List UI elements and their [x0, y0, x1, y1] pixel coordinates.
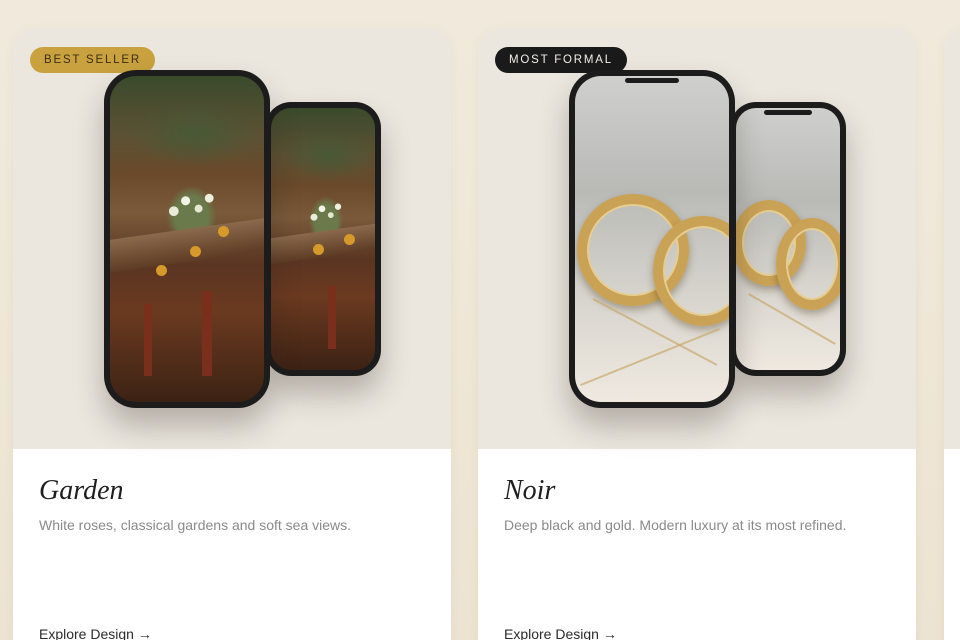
- design-card-body: Garden White roses, classical gardens an…: [13, 449, 451, 640]
- design-preview-partial: [944, 28, 960, 449]
- wedding-rings-photo: [736, 108, 840, 370]
- garden-table-photo: [271, 108, 375, 370]
- wedding-rings-photo: [575, 76, 729, 402]
- explore-design-link[interactable]: Explore Design →: [39, 626, 152, 640]
- design-title: Noir: [504, 475, 556, 506]
- design-preview-garden: BEST SELLER: [13, 28, 451, 449]
- phone-mockup-front: [104, 70, 270, 408]
- design-description: White roses, classical gardens and soft …: [39, 517, 352, 533]
- phone-notch: [764, 110, 812, 115]
- phone-mockup-back: [730, 102, 846, 376]
- design-gallery: BEST SELLER Garden White roses, classica…: [0, 0, 960, 640]
- explore-design-link[interactable]: Explore Design →: [504, 626, 617, 640]
- garden-table-photo: [110, 76, 264, 402]
- design-card-garden[interactable]: BEST SELLER Garden White roses, classica…: [13, 28, 451, 640]
- design-card-body: Noir Deep black and gold. Modern luxury …: [478, 449, 916, 640]
- design-description: Deep black and gold. Modern luxury at it…: [504, 517, 847, 533]
- design-card-noir[interactable]: MOST FORMAL Noir Deep black and gold. Mo…: [478, 28, 916, 640]
- phone-notch: [625, 78, 679, 83]
- phone-mockup-back: [265, 102, 381, 376]
- design-card-partial[interactable]: [944, 28, 960, 640]
- design-title: Garden: [39, 475, 124, 506]
- phone-mockup-front: [569, 70, 735, 408]
- design-preview-noir: MOST FORMAL: [478, 28, 916, 449]
